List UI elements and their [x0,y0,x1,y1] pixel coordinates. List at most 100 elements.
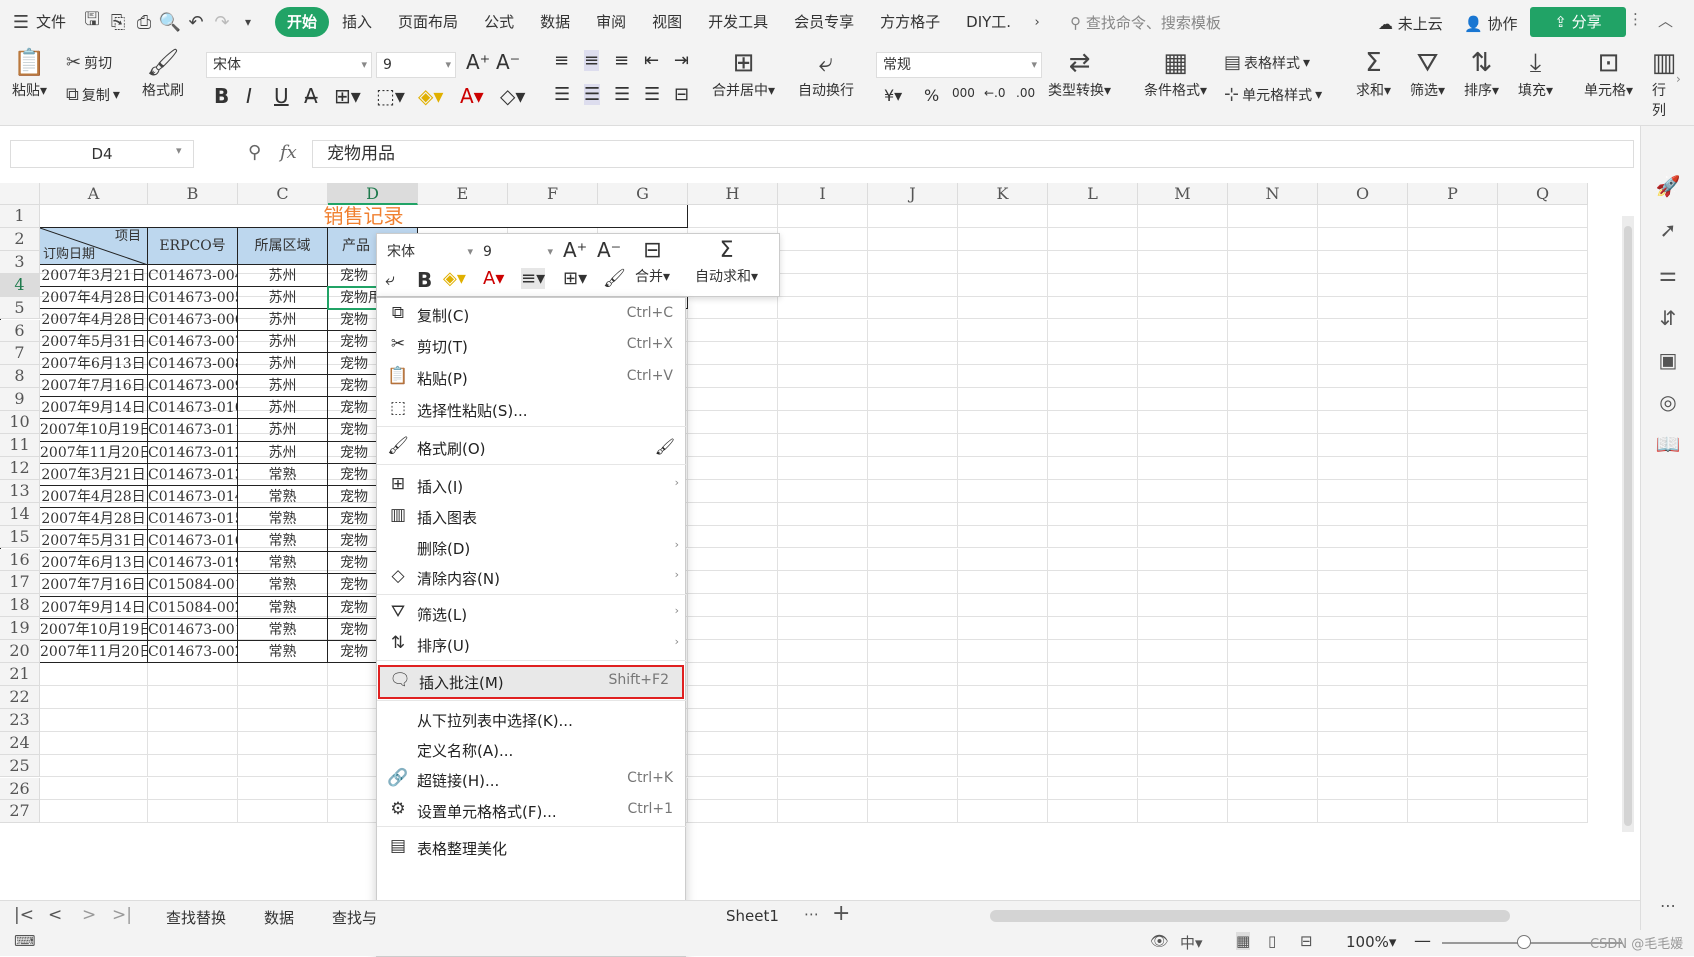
table-cell[interactable]: 常熟 [238,552,328,575]
grid-cell[interactable] [868,388,958,412]
add-sheet-icon[interactable]: + [832,901,850,926]
mini-size-select[interactable]: 9 [477,240,557,266]
grid-cell[interactable] [688,342,778,366]
grid-cell[interactable] [778,708,868,732]
context-menu-item-format-cells[interactable]: ⚙ 设置单元格格式(F)... Ctrl+1 [377,795,687,827]
prev-sheet-icon[interactable]: < [48,905,62,925]
grid-cell[interactable] [1498,296,1588,320]
grid-cell[interactable] [688,456,778,480]
diagonal-header-cell[interactable]: 项目 订购日期 [40,227,148,265]
column-header[interactable]: A [40,183,148,205]
picture-icon[interactable]: ▣ [1655,348,1681,374]
grid-cell[interactable] [1138,663,1228,686]
grid-cell[interactable] [958,227,1048,251]
grid-cell[interactable] [778,685,868,709]
undo-icon[interactable]: ↶ [183,7,209,37]
name-box-dropdown-icon[interactable]: ▾ [176,144,182,157]
grid-cell[interactable] [1498,479,1588,503]
grid-cell[interactable] [1228,250,1318,274]
zoom-level[interactable]: 100%▾ [1346,933,1396,951]
number-format-select[interactable]: 常规 [876,52,1042,78]
grid-cell[interactable] [868,319,958,343]
grid-cell[interactable] [1318,777,1408,801]
grid-cell[interactable] [778,456,868,480]
grid-cell[interactable] [1408,456,1498,480]
grid-cell[interactable] [1138,571,1228,595]
grid-cell[interactable] [238,663,328,686]
grid-cell[interactable] [1138,548,1228,572]
sheet-tab-find-replace[interactable]: 查找替换 [166,907,226,928]
table-cell[interactable]: C014673-015 [148,508,238,531]
table-cell[interactable]: C014673-011 [148,419,238,442]
grid-cell[interactable] [1228,640,1318,663]
row-header[interactable]: 18 [0,594,40,618]
table-cell[interactable]: 2007年4月28日 [40,485,148,509]
grid-cell[interactable] [1408,365,1498,389]
grid-cell[interactable] [778,319,868,343]
underline-icon[interactable]: U [274,84,289,108]
grid-cell[interactable] [1318,479,1408,503]
zoom-slider-handle[interactable] [1517,935,1531,949]
context-menu-item-insert-comment[interactable]: 🗨 插入批注(M) Shift+F2 [378,665,684,699]
context-menu-item-sort[interactable]: ⇅ 排序(U) › [377,629,687,661]
grid-cell[interactable] [778,571,868,595]
context-menu-item-copy[interactable]: ⧉ 复制(C) Ctrl+C [377,299,687,331]
grid-cell[interactable] [1228,342,1318,366]
grid-cell[interactable] [958,319,1048,343]
grid-cell[interactable] [1408,548,1498,572]
grid-cell[interactable] [40,708,148,732]
grid-cell[interactable] [1048,319,1138,343]
grid-cell[interactable] [778,800,868,824]
row-header[interactable]: 16 [0,548,40,572]
context-menu-item-insert[interactable]: ⊞ 插入(I) › [377,470,687,502]
mini-shrink-font-icon[interactable]: A⁻ [597,238,621,262]
sheet-list-icon[interactable]: ⋯ [804,905,819,923]
grid-cell[interactable] [1138,434,1228,457]
grid-cell[interactable] [148,800,238,824]
menu-tab[interactable]: 会员专享 [781,7,867,37]
grid-cell[interactable] [778,548,868,572]
row-header[interactable]: 6 [0,319,40,343]
bold-icon[interactable]: B [214,84,229,108]
grid-cell[interactable] [1408,250,1498,274]
grid-cell[interactable] [778,479,868,503]
grid-cell[interactable] [688,777,778,801]
grid-cell[interactable] [1498,663,1588,686]
grid-cell[interactable] [1048,273,1138,297]
grid-cell[interactable] [1138,411,1228,434]
menu-tab[interactable]: 公式 [471,7,527,37]
grid-cell[interactable] [958,800,1048,824]
grid-cell[interactable] [1138,731,1228,755]
grid-cell[interactable] [958,388,1048,412]
context-menu-item-beautify[interactable]: ▤ 表格整理美化 [377,832,687,864]
grid-cell[interactable] [238,754,328,778]
file-menu[interactable]: 文件 [34,7,79,37]
grid-cell[interactable] [1048,227,1138,251]
table-cell[interactable]: C014673-016 [148,530,238,553]
table-cell[interactable]: C015084-001 [148,574,238,597]
grid-cell[interactable] [1318,708,1408,732]
column-header[interactable]: I [778,183,868,205]
grid-cell[interactable] [1138,800,1228,824]
column-header[interactable]: O [1318,183,1408,205]
table-cell[interactable]: 2007年9月14日 [40,397,148,420]
grid-cell[interactable] [1408,525,1498,549]
grid-cell[interactable] [688,479,778,503]
row-header[interactable]: 4 [0,273,40,297]
table-cell[interactable]: 苏州 [238,397,328,420]
grid-cell[interactable] [1048,617,1138,641]
eraser-icon[interactable]: ◇▾ [500,84,525,108]
grid-cell[interactable] [1318,250,1408,274]
grid-cell[interactable] [1228,273,1318,297]
grid-cell[interactable] [1498,754,1588,778]
grid-cell[interactable] [1408,273,1498,297]
grid-cell[interactable] [868,250,958,274]
table-cell[interactable]: 2007年5月31日 [40,530,148,553]
grid-cell[interactable] [1228,365,1318,389]
grid-cell[interactable] [958,754,1048,778]
table-cell[interactable]: 常熟 [238,596,328,619]
grid-cell[interactable] [1318,800,1408,824]
next-sheet-icon[interactable]: > [82,905,96,925]
context-menu-item-filter[interactable]: ⛛ 筛选(L) › [377,598,687,630]
row-header[interactable]: 10 [0,411,40,434]
